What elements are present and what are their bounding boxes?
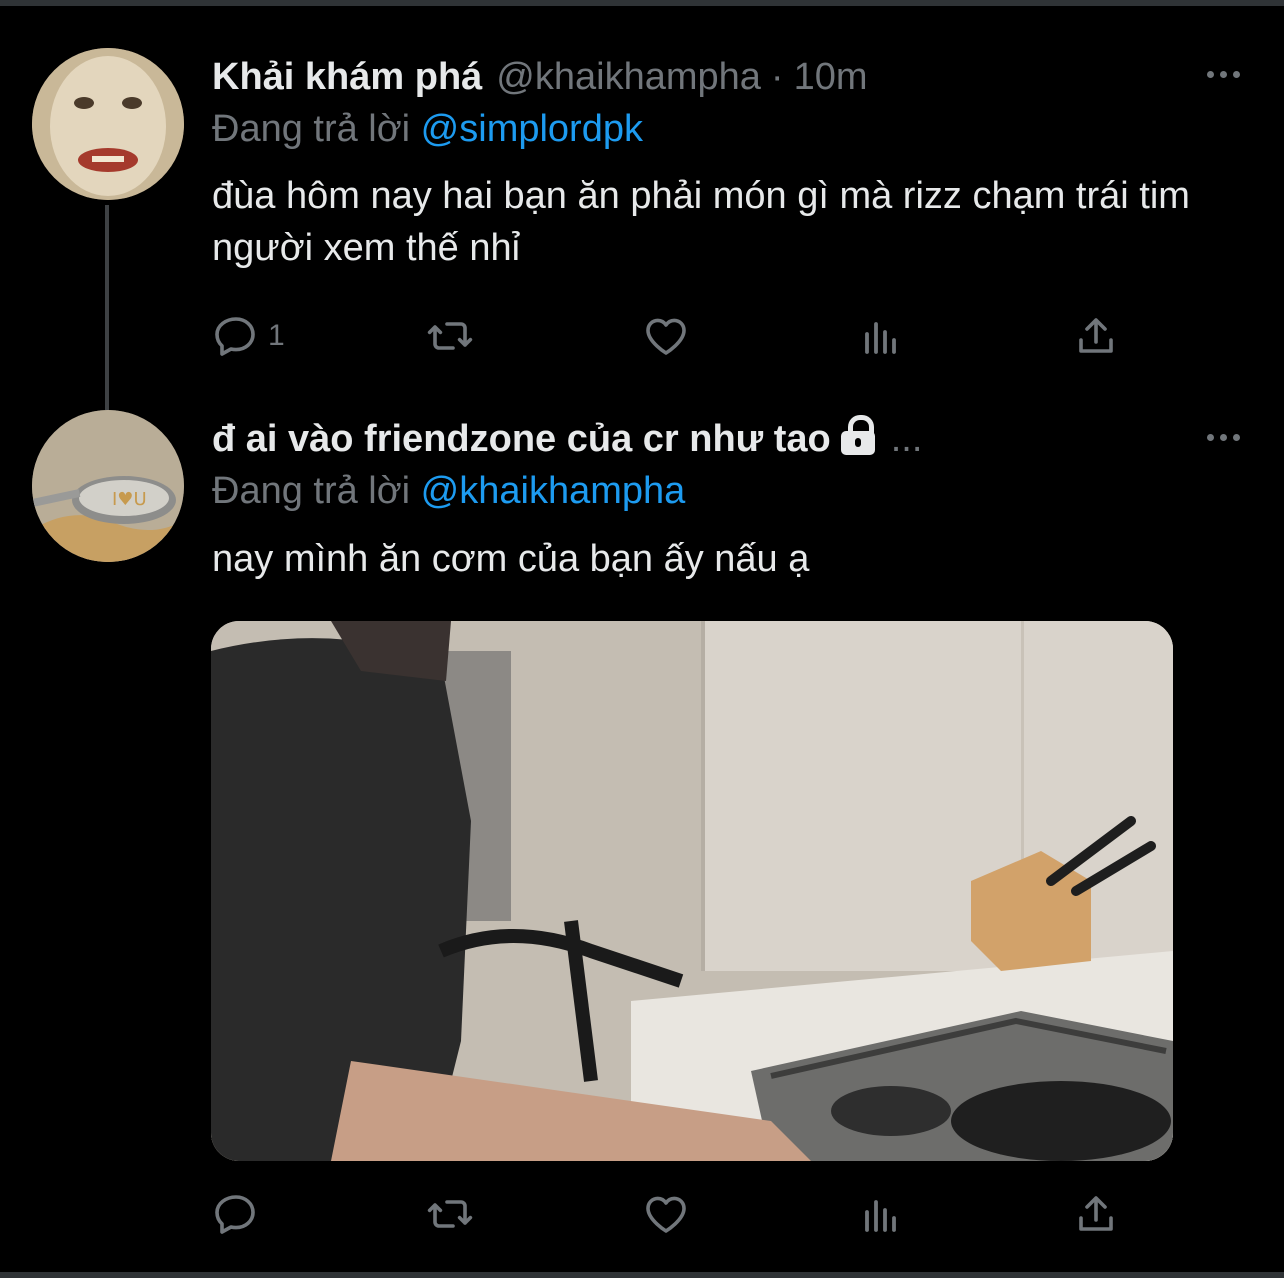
- analytics-button[interactable]: [857, 1190, 905, 1238]
- media-photo: [211, 621, 1173, 1161]
- user-handle[interactable]: @khaikhampha: [496, 56, 761, 99]
- like-icon: [646, 1196, 686, 1233]
- like-icon: [646, 318, 686, 355]
- share-icon: [1079, 318, 1113, 353]
- analytics-button[interactable]: [857, 312, 905, 360]
- reply-button[interactable]: 1: [212, 312, 285, 360]
- tweet-header: Khải khám phá @khaikhampha · 10m: [212, 56, 867, 99]
- tweet-header: đ ai vào friendzone của cr như tao ...: [212, 415, 923, 461]
- reply-icon: [215, 317, 255, 356]
- reply-button[interactable]: [212, 1190, 260, 1238]
- avatar[interactable]: [32, 48, 184, 200]
- reply-icon: [215, 1195, 255, 1234]
- retweet-button[interactable]: [426, 312, 474, 360]
- thread-connector-line: [105, 205, 109, 410]
- tweet-actions: [212, 1190, 1132, 1240]
- replying-prefix: Đang trả lời: [212, 470, 411, 512]
- share-button[interactable]: [1072, 1190, 1120, 1238]
- retweet-button[interactable]: [426, 1190, 474, 1238]
- reply-count: 1: [268, 319, 285, 352]
- tweet-text: đùa hôm nay hai bạn ăn phải món gì mà ri…: [212, 175, 1190, 269]
- more-icon[interactable]: [1207, 71, 1240, 78]
- display-name[interactable]: đ ai vào friendzone của cr như tao: [212, 418, 831, 461]
- lock-icon: [840, 415, 875, 455]
- share-button[interactable]: [1072, 312, 1120, 360]
- replying-prefix: Đang trả lời: [212, 108, 411, 150]
- like-button[interactable]: [642, 1190, 690, 1238]
- avatar-image: I♥U: [32, 410, 184, 562]
- tweet-actions: 1: [212, 312, 1132, 362]
- display-name[interactable]: Khải khám phá: [212, 56, 482, 99]
- separator-dot: ·: [770, 56, 784, 98]
- like-button[interactable]: [642, 312, 690, 360]
- svg-text:I♥U: I♥U: [112, 489, 147, 510]
- top-border: [0, 0, 1284, 6]
- replying-to: Đang trả lời @khaikhampha: [212, 470, 685, 513]
- avatar-image: [32, 48, 184, 200]
- tweet-text: nay mình ăn cơm của bạn ấy nấu ạ: [212, 538, 810, 580]
- analytics-icon: [865, 322, 896, 354]
- share-icon: [1079, 1196, 1113, 1231]
- name-truncation: ...: [890, 418, 923, 460]
- bottom-border: [0, 1272, 1284, 1278]
- tweet-media-image[interactable]: [211, 621, 1173, 1161]
- mention-link[interactable]: @simplordpk: [421, 108, 643, 150]
- retweet-icon: [427, 1200, 473, 1228]
- retweet-icon: [427, 322, 473, 350]
- mention-link[interactable]: @khaikhampha: [421, 470, 686, 512]
- avatar[interactable]: I♥U: [32, 410, 184, 562]
- replying-to: Đang trả lời @simplordpk: [212, 108, 643, 151]
- more-icon[interactable]: [1207, 434, 1240, 441]
- analytics-icon: [865, 1200, 896, 1232]
- timestamp[interactable]: 10m: [794, 56, 868, 99]
